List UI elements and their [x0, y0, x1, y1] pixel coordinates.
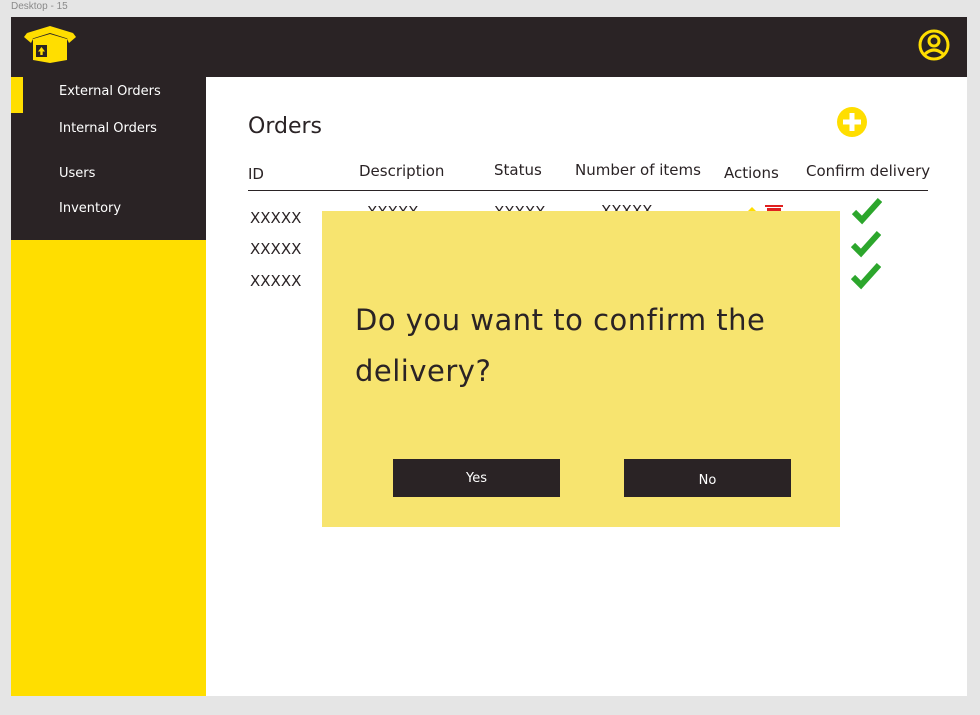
column-header-id: ID [248, 165, 264, 183]
no-button[interactable]: No [624, 459, 791, 497]
column-header-actions: Actions [724, 164, 779, 182]
plus-circle-icon[interactable] [837, 107, 867, 137]
sidebar: External Orders Internal Orders Users In… [11, 77, 206, 696]
confirm-delivery-dialog: Do you want to confirm the delivery? Yes… [322, 211, 840, 527]
yes-button[interactable]: Yes [393, 459, 560, 497]
row-1-id: XXXXX [250, 209, 302, 227]
sidebar-item-internal-orders[interactable]: Internal Orders [59, 121, 157, 136]
confirm-check-icon[interactable] [851, 230, 881, 258]
top-bar [11, 17, 967, 77]
user-circle-icon[interactable] [917, 28, 951, 62]
active-indicator [11, 77, 23, 113]
box-icon[interactable] [23, 24, 77, 64]
sidebar-item-inventory[interactable]: Inventory [59, 201, 121, 216]
dialog-message: Do you want to confirm the delivery? [355, 303, 766, 388]
table-header-divider [248, 190, 928, 191]
app-frame: External Orders Internal Orders Users In… [11, 17, 967, 696]
sidebar-nav: External Orders Internal Orders Users In… [11, 77, 206, 240]
row-2-id: XXXXX [250, 240, 302, 258]
confirm-check-icon[interactable] [852, 197, 882, 225]
frame-label: Desktop - 15 [11, 1, 68, 12]
sidebar-item-users[interactable]: Users [59, 166, 95, 181]
page-title: Orders [248, 114, 322, 139]
column-header-confirm-delivery: Confirm delivery [806, 162, 931, 180]
sidebar-item-external-orders[interactable]: External Orders [59, 84, 161, 99]
column-header-description: Description [359, 162, 445, 180]
confirm-check-icon[interactable] [851, 262, 881, 290]
column-header-status: Status [494, 161, 542, 179]
column-header-items: Number of items [575, 161, 701, 179]
row-3-id: XXXXX [250, 272, 302, 290]
